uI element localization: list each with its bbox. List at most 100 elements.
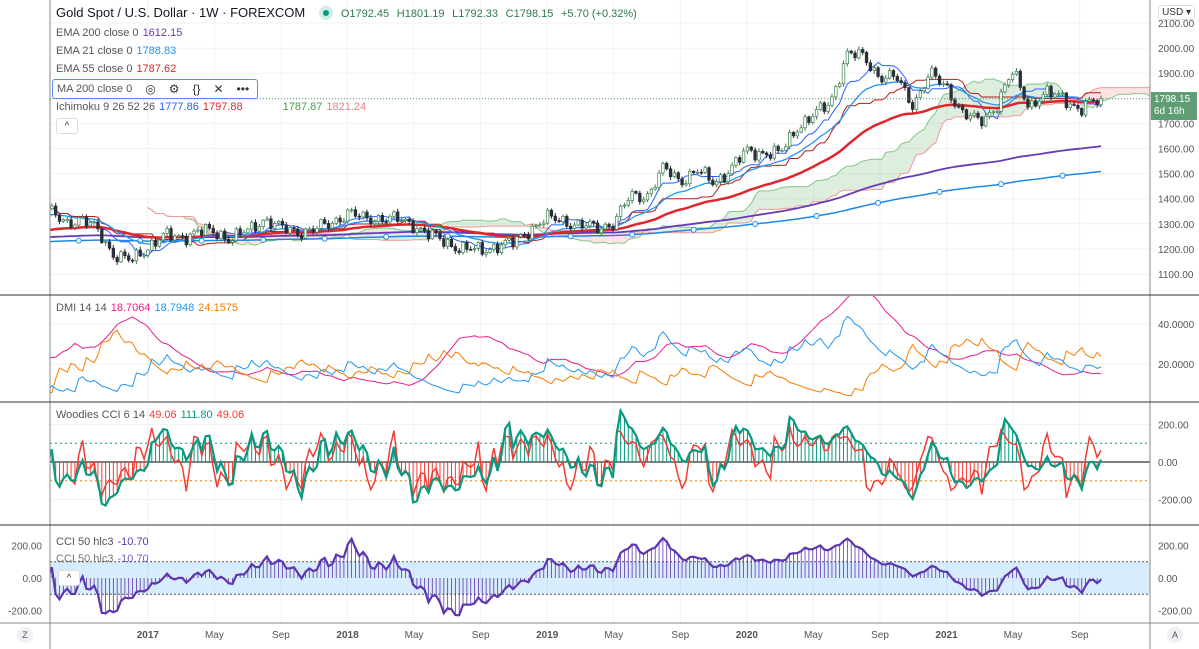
ichimoku-cloud-segment	[486, 221, 490, 227]
candle-body	[849, 50, 853, 54]
candle-body	[761, 151, 765, 154]
candle-body	[47, 207, 50, 209]
eye-icon[interactable]: ◎	[145, 82, 155, 96]
legend-cci50-duplicate[interactable]: CCI 50 hlc3 -10.70	[56, 553, 153, 565]
ichimoku-cloud-segment	[924, 122, 929, 153]
candle-body	[449, 238, 454, 247]
candle-body	[384, 221, 388, 224]
legend-value: 1777.86	[159, 101, 199, 113]
ichimoku-cloud-segment	[1143, 87, 1148, 94]
candle-body	[226, 239, 231, 243]
candle-body	[507, 237, 511, 241]
candle-body	[399, 220, 404, 222]
ichimoku-cloud-segment	[378, 227, 383, 241]
auto-scale-left-button[interactable]: Z	[17, 627, 33, 643]
symbol-title[interactable]: Gold Spot / U.S. Dollar · 1W · FOREXCOM	[56, 5, 305, 20]
legend-woodies[interactable]: Woodies CCI 6 14 49.06 111.80 49.06	[56, 409, 248, 421]
candle-body	[361, 211, 365, 218]
legend-label: EMA 21 close 0	[56, 45, 133, 57]
candle-body	[311, 228, 315, 233]
candle-body	[503, 239, 507, 246]
candle-body	[768, 154, 773, 159]
ichimoku-cloud-segment	[785, 186, 790, 209]
woodies-tick: 200.00	[1158, 421, 1189, 432]
candle-body	[296, 228, 300, 236]
candle-body	[626, 200, 630, 206]
ichimoku-cloud-segment	[390, 228, 394, 241]
more-icon[interactable]: •••	[237, 82, 250, 96]
legend-ema200[interactable]: EMA 200 close 0 1612.15	[56, 27, 186, 39]
time-tick: May	[405, 630, 424, 641]
dmi-tick: 40.0000	[1158, 320, 1195, 331]
candle-body	[649, 188, 653, 194]
ichimoku-cloud-segment	[470, 220, 475, 228]
candle-body	[972, 112, 976, 116]
candle-body	[968, 115, 972, 120]
candle-body	[553, 215, 557, 221]
time-tick: Sep	[871, 630, 889, 641]
legend-dmi[interactable]: DMI 14 14 18.7064 18.7948 24.1575	[56, 302, 242, 314]
close-icon[interactable]: ✕	[213, 82, 223, 96]
legend-value: 1821.24	[326, 101, 367, 113]
candle-body	[1091, 99, 1095, 102]
candle-body	[995, 111, 999, 113]
candle-body	[788, 132, 792, 148]
legend-value: 1612.15	[142, 27, 183, 39]
ichimoku-cloud-segment	[889, 151, 894, 183]
legend-cci50[interactable]: CCI 50 hlc3 -10.70	[56, 536, 153, 548]
candle-body	[499, 244, 504, 254]
candle-body	[645, 193, 650, 201]
candle-body	[542, 222, 546, 225]
candle-body	[200, 229, 204, 236]
candle-body	[1003, 84, 1007, 93]
time-tick: 2019	[536, 630, 559, 641]
candle-body	[365, 211, 369, 219]
candle-body	[465, 242, 469, 250]
legend-ema21[interactable]: EMA 21 close 0 1788.83	[56, 45, 180, 57]
candle-body	[388, 215, 392, 223]
candle-body	[991, 111, 996, 114]
candle-body	[284, 224, 288, 234]
ichimoku-cloud-segment	[774, 188, 779, 210]
candle-body	[492, 243, 496, 250]
candle-body	[864, 52, 869, 64]
candle-body	[407, 218, 411, 222]
candle-body	[411, 220, 415, 233]
legend-ichimoku[interactable]: Ichimoku 9 26 52 26 1777.86 1797.88 1787.87…	[56, 101, 370, 113]
candle-body	[307, 228, 311, 231]
candle-body	[857, 49, 861, 59]
candle-body	[841, 63, 846, 85]
candle-body	[396, 211, 400, 222]
legend-ma200[interactable]: MA 200 close 0 ◎ ⚙ {} ✕ •••	[52, 79, 259, 99]
candle-body	[146, 249, 150, 256]
gear-icon[interactable]: ⚙	[169, 82, 180, 96]
candle-body	[611, 226, 615, 230]
ichimoku-cloud-segment	[474, 220, 479, 228]
ichimoku-cloud-segment	[989, 78, 994, 117]
currency-dropdown[interactable]: USD ▾	[1158, 5, 1195, 20]
collapse-legend-button[interactable]: ^	[56, 118, 78, 134]
legend-label: DMI 14 14	[56, 302, 107, 314]
candle-body	[999, 91, 1003, 112]
candle-body	[88, 221, 92, 227]
legend-ema55[interactable]: EMA 55 close 0 1787.62	[56, 63, 180, 75]
candle-body	[853, 52, 857, 59]
auto-scale-right-button[interactable]: A	[1167, 627, 1183, 643]
ichimoku-cloud-segment	[597, 231, 602, 243]
price-tick: 1400.00	[1158, 195, 1195, 206]
candle-body	[138, 249, 142, 257]
woo-pane	[50, 403, 1150, 525]
collapse-legend-button[interactable]: ^	[58, 570, 80, 586]
candle-body	[861, 49, 865, 53]
legend-value: -10.70	[117, 536, 149, 548]
candle-body	[1007, 79, 1011, 86]
ichimoku-cloud-segment	[820, 179, 825, 202]
candle-body	[373, 221, 377, 225]
candle-body	[430, 230, 434, 240]
source-code-icon[interactable]: {}	[192, 82, 200, 96]
candle-body	[173, 235, 177, 241]
candle-body	[653, 186, 657, 190]
candle-body	[588, 221, 592, 227]
candle-body	[522, 234, 527, 236]
candle-body	[203, 224, 208, 236]
